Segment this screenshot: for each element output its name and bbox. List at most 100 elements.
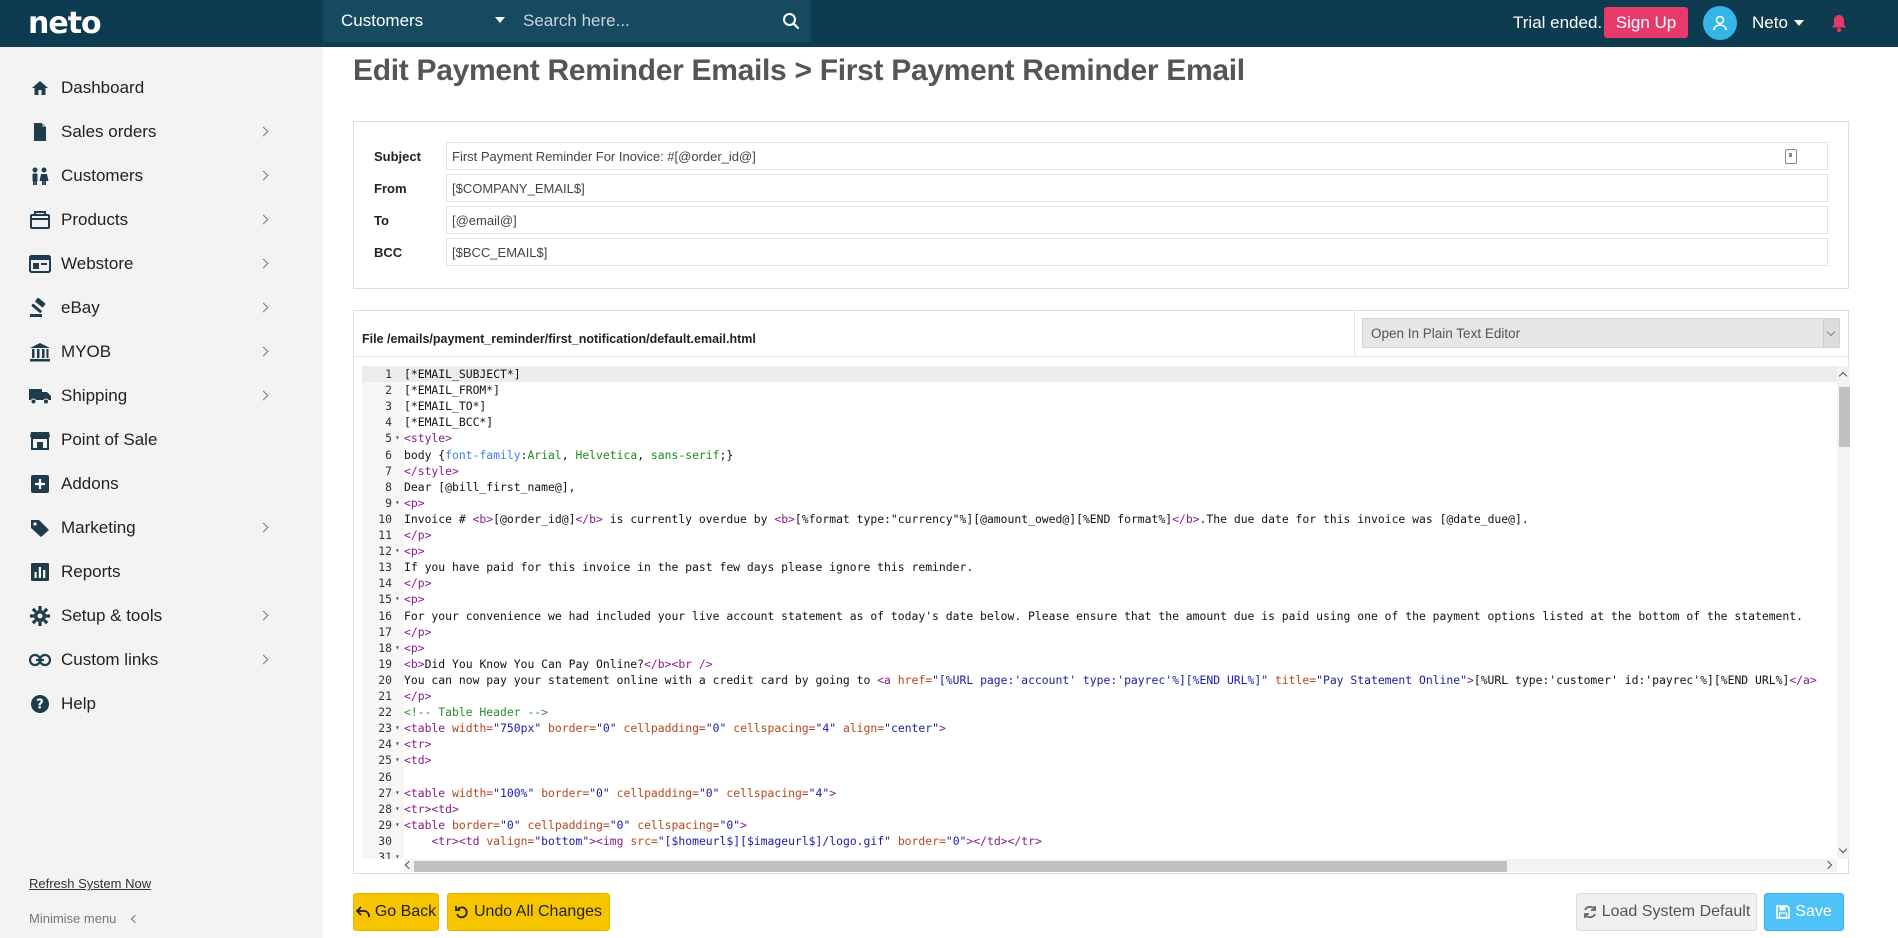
undo-all-changes-button[interactable]: Undo All Changes [447, 893, 610, 931]
sign-up-button[interactable]: Sign Up [1604, 7, 1688, 38]
scroll-right-icon[interactable] [1823, 860, 1833, 870]
sidebar-item-reports[interactable]: Reports [28, 554, 273, 590]
scroll-down-icon[interactable] [1838, 844, 1848, 854]
horizontal-scrollbar[interactable] [404, 859, 1837, 872]
code-line[interactable]: 2 [*EMAIL_FROM*] [362, 382, 1837, 398]
code-line[interactable]: 20 You can now pay your statement online … [362, 672, 1837, 688]
fold-toggle-icon[interactable]: ▾ [395, 720, 400, 736]
code-text: Dear [@bill_first_name@], [404, 479, 576, 494]
code-line[interactable]: 23 ▾ <table width="750px" border="0" cellp… [362, 720, 1837, 736]
code-line[interactable]: 11 </p> [362, 527, 1837, 543]
fold-toggle-icon[interactable]: ▾ [395, 817, 400, 833]
scroll-left-icon[interactable] [404, 860, 414, 870]
code-line[interactable]: 10 Invoice # <b>[@order_id@]</b> is curre… [362, 511, 1837, 527]
sidebar-item-webstore[interactable]: Webstore [28, 246, 273, 282]
minimise-menu-button[interactable]: Minimise menu [29, 911, 140, 926]
line-number: 17 [378, 624, 392, 639]
sidebar-item-customers[interactable]: Customers [28, 158, 273, 194]
fold-toggle-icon[interactable]: ▾ [395, 736, 400, 752]
code-line[interactable]: 5 ▾ <style> [362, 430, 1837, 446]
fold-toggle-icon[interactable]: ▾ [395, 543, 400, 559]
code-line[interactable]: 26 [362, 769, 1837, 785]
code-line[interactable]: 31 ▾ [362, 849, 1837, 859]
refresh-system-link[interactable]: Refresh System Now [29, 876, 151, 891]
from-field[interactable]: [$COMPANY_EMAIL$] [446, 174, 1828, 202]
scroll-up-icon[interactable] [1838, 371, 1848, 381]
sidebar-item-shipping[interactable]: Shipping [28, 378, 273, 414]
code-line[interactable]: 15 ▾ <p> [362, 591, 1837, 607]
code-text: <p> [404, 495, 425, 510]
fold-toggle-icon[interactable]: ▾ [395, 801, 400, 817]
code-line[interactable]: 12 ▾ <p> [362, 543, 1837, 559]
code-line[interactable]: 21 </p> [362, 688, 1837, 704]
sidebar-item-dashboard[interactable]: Dashboard [28, 70, 273, 106]
sidebar-item-point-of-sale[interactable]: Point of Sale [28, 422, 273, 458]
load-system-default-button[interactable]: Load System Default [1576, 893, 1757, 931]
fold-toggle-icon[interactable]: ▾ [395, 752, 400, 768]
line-number: 4 [385, 415, 392, 430]
bcc-field[interactable]: [$BCC_EMAIL$] [446, 238, 1828, 266]
search-scope-select[interactable]: Customers [323, 0, 523, 42]
user-avatar-icon[interactable] [1703, 6, 1737, 40]
code-line[interactable]: 14 </p> [362, 575, 1837, 591]
code-line[interactable]: 8 Dear [@bill_first_name@], [362, 479, 1837, 495]
sidebar-item-myob[interactable]: MYOB [28, 334, 273, 370]
fold-toggle-icon[interactable]: ▾ [395, 495, 400, 511]
back-arrow-icon [355, 906, 370, 917]
refresh-icon [1583, 905, 1596, 919]
code-line[interactable]: 13 If you have paid for this invoice in t… [362, 559, 1837, 575]
go-back-button[interactable]: Go Back [353, 893, 439, 931]
code-line[interactable]: 7 </style> [362, 463, 1837, 479]
fold-toggle-icon[interactable]: ▾ [395, 640, 400, 656]
scrollbar-thumb[interactable] [1839, 387, 1850, 447]
search-scope-label: Customers [341, 11, 424, 30]
code-text: <p> [404, 640, 425, 655]
user-menu[interactable]: Neto [1752, 13, 1804, 33]
fold-toggle-icon[interactable]: ▾ [395, 785, 400, 801]
subject-field[interactable]: First Payment Reminder For Inovice: #[@o… [446, 142, 1828, 170]
sidebar-item-ebay[interactable]: eBay [28, 290, 273, 326]
code-line[interactable]: 24 ▾ <tr> [362, 736, 1837, 752]
code-editor[interactable]: 1 [*EMAIL_SUBJECT*] 2 [*EMAIL_FROM*] 3 [*EMAI… [362, 366, 1837, 859]
search-input[interactable] [523, 0, 771, 42]
fold-toggle-icon[interactable]: ▾ [395, 591, 400, 607]
code-line[interactable]: 6 body {font-family:Arial, Helvetica, san… [362, 447, 1837, 463]
code-line[interactable]: 3 [*EMAIL_TO*] [362, 398, 1837, 414]
save-button[interactable]: Save [1764, 893, 1844, 931]
code-line[interactable]: 25 ▾ <td> [362, 752, 1837, 768]
code-line[interactable]: 1 [*EMAIL_SUBJECT*] [362, 366, 1837, 382]
bank-icon [28, 340, 52, 364]
fold-toggle-icon[interactable]: ▾ [395, 430, 400, 446]
code-line[interactable]: 4 [*EMAIL_BCC*] [362, 414, 1837, 430]
neto-logo[interactable]: neto [28, 6, 102, 41]
code-line[interactable]: 9 ▾ <p> [362, 495, 1837, 511]
vertical-scrollbar[interactable] [1837, 366, 1850, 859]
fold-toggle-icon[interactable]: ▾ [395, 849, 400, 859]
sidebar-item-help[interactable]: ? Help [28, 686, 273, 722]
search-icon[interactable] [771, 0, 811, 42]
sidebar-item-products[interactable]: Products [28, 202, 273, 238]
sidebar-item-custom-links[interactable]: Custom links [28, 642, 273, 678]
line-number: 20 [378, 672, 392, 687]
line-number: 24 [378, 737, 392, 752]
code-line[interactable]: 18 ▾ <p> [362, 640, 1837, 656]
scrollbar-thumb[interactable] [414, 861, 1507, 872]
code-line[interactable]: 29 ▾ <table border="0" cellpadding="0" cel… [362, 817, 1837, 833]
code-line[interactable]: 28 ▾ <tr><td> [362, 801, 1837, 817]
code-line[interactable]: 27 ▾ <table width="100%" border="0" cellpa… [362, 785, 1837, 801]
code-line[interactable]: 30 <tr><td valign="bottom"><img src="[$h… [362, 833, 1837, 849]
code-line[interactable]: 22 <!-- Table Header --> [362, 704, 1837, 720]
code-line[interactable]: 17 </p> [362, 624, 1837, 640]
to-field[interactable]: [@email@] [446, 206, 1828, 234]
sidebar-item-addons[interactable]: Addons [28, 466, 273, 502]
from-value: [$COMPANY_EMAIL$] [452, 180, 585, 196]
sidebar-item-sales-orders[interactable]: Sales orders [28, 114, 273, 150]
notification-bell-icon[interactable] [1830, 13, 1848, 38]
editor-mode-select[interactable]: Open In Plain Text Editor [1362, 318, 1840, 348]
sidebar-item-marketing[interactable]: Marketing [28, 510, 273, 546]
sidebar-item-setup-tools[interactable]: Setup & tools [28, 598, 273, 634]
insert-tag-icon[interactable] [1785, 149, 1797, 164]
code-line[interactable]: 19 <b>Did You Know You Can Pay Online?</b… [362, 656, 1837, 672]
code-line[interactable]: 16 For your convenience we had included y… [362, 608, 1837, 624]
code-text: </p> [404, 689, 432, 703]
